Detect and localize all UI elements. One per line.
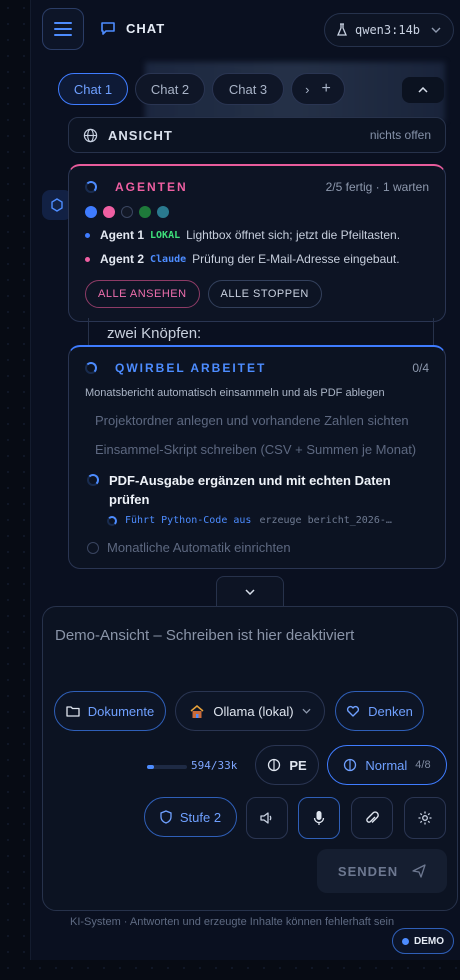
agents-title: AGENTEN xyxy=(115,180,188,194)
settings-button[interactable] xyxy=(404,797,446,839)
context-progress-bar xyxy=(147,765,187,769)
agent-row[interactable]: Agent 1 LOKAL Lightbox öffnet sich; jetz… xyxy=(85,228,429,242)
agent-tag: LOKAL xyxy=(150,229,181,241)
more-tabs-icon[interactable]: › xyxy=(305,82,309,97)
context-progress-fill xyxy=(147,765,154,769)
agents-card: AGENTEN 2/5 fertig · 1 warten Agent 1 LO… xyxy=(68,164,446,322)
agent-desc: Lightbox öffnet sich; jetzt die Pfeiltas… xyxy=(186,228,401,242)
agent-row[interactable]: Agent 2 Claude Prüfung der E-Mail-Adress… xyxy=(85,252,429,266)
heart-icon xyxy=(346,705,360,717)
agent-dot[interactable] xyxy=(121,206,133,218)
house-icon xyxy=(189,704,205,719)
loading-spinner-icon xyxy=(85,362,97,374)
add-tab-icon[interactable]: + xyxy=(322,80,331,98)
view-panel-status: nichts offen xyxy=(369,128,431,142)
tab-chat-1[interactable]: Chat 1 xyxy=(58,73,128,105)
microphone-icon xyxy=(313,810,325,826)
paperclip-icon xyxy=(365,810,379,826)
message-input[interactable]: Demo-Ansicht – Schreiben ist hier deakti… xyxy=(55,627,354,644)
agents-progress: 2/5 fertig · 1 warten xyxy=(325,180,429,194)
task-step-done: Projektordner anlegen und vorhandene Zah… xyxy=(95,413,409,428)
tab-chat-2[interactable]: Chat 2 xyxy=(135,73,205,105)
chevron-down-icon xyxy=(431,27,441,33)
view-panel-label: ANSICHT xyxy=(108,127,173,143)
model-name: qwen3:14b xyxy=(355,23,421,37)
subtask-label: Führt Python-Code aus xyxy=(125,515,252,526)
disclaimer-text: KI-System · Antworten und erzeugte Inhal… xyxy=(70,916,395,928)
microphone-button[interactable] xyxy=(298,797,340,839)
brain-icon xyxy=(267,758,281,772)
documents-button[interactable]: Dokumente xyxy=(54,691,166,731)
flask-icon xyxy=(337,23,347,37)
tab-chat-3[interactable]: Chat 3 xyxy=(212,73,284,105)
status-dot-icon xyxy=(402,937,409,945)
stop-all-agents-button[interactable]: ALLE STOPPEN xyxy=(207,280,322,308)
globe-icon xyxy=(83,128,98,143)
task-description: Monatsbericht automatisch einsammeln und… xyxy=(85,387,385,399)
collapse-button[interactable] xyxy=(402,77,444,103)
chevron-down-icon xyxy=(245,588,255,595)
pe-button[interactable]: PE xyxy=(255,745,319,785)
hamburger-menu-icon xyxy=(54,22,72,36)
pending-circle-icon xyxy=(87,541,99,554)
shield-icon xyxy=(160,810,172,824)
task-title: QWIRBEL ARBEITET xyxy=(115,361,267,375)
think-button[interactable]: Denken xyxy=(335,691,424,731)
loading-spinner-icon xyxy=(87,474,99,486)
subtask-detail: erzeuge bericht_2026-… xyxy=(259,515,392,526)
view-panel-bar[interactable]: ANSICHT nichts offen xyxy=(68,117,446,153)
view-all-agents-button[interactable]: ALLE ANSEHEN xyxy=(85,280,200,308)
send-icon xyxy=(412,864,426,878)
speaker-button[interactable] xyxy=(246,797,288,839)
task-progress: 0/4 xyxy=(412,361,429,375)
agent-status-dots xyxy=(85,206,429,218)
level-button[interactable]: Stufe 2 xyxy=(144,797,237,837)
chat-header: CHAT xyxy=(100,20,165,36)
agent-tag: Claude xyxy=(150,253,187,265)
agent-name: Agent 1 xyxy=(100,228,145,242)
message-text: zwei Knöpfen: xyxy=(88,318,434,348)
agent-dot[interactable] xyxy=(85,206,97,218)
attach-button[interactable] xyxy=(351,797,393,839)
task-step-active: PDF-Ausgabe ergänzen und mit echten Date… xyxy=(87,471,429,509)
task-subtask: Führt Python-Code aus erzeuge bericht_20… xyxy=(107,515,429,526)
model-selector[interactable]: qwen3:14b xyxy=(324,13,454,47)
model-dropdown[interactable]: Ollama (lokal) xyxy=(175,691,325,731)
token-count: 594/33k xyxy=(191,759,238,772)
loading-spinner-icon xyxy=(85,181,97,193)
loading-spinner-icon xyxy=(107,515,117,526)
agent-dot[interactable] xyxy=(157,206,169,218)
task-progress-card: QWIRBEL ARBEITET 0/4 Monatsbericht autom… xyxy=(68,345,446,569)
send-button[interactable]: SENDEN xyxy=(317,849,447,893)
chevron-up-icon xyxy=(418,87,428,93)
demo-badge: DEMO xyxy=(392,928,454,954)
agent-dot[interactable] xyxy=(103,206,115,218)
chat-bubble-icon xyxy=(100,20,116,36)
agent-dot[interactable] xyxy=(139,206,151,218)
message-composer: Demo-Ansicht – Schreiben ist hier deakti… xyxy=(42,606,458,911)
mode-button[interactable]: Normal 4/8 xyxy=(327,745,447,785)
gear-icon xyxy=(417,810,433,826)
task-step-pending: Monatliche Automatik einrichten xyxy=(87,540,429,555)
tab-more-add[interactable]: › + xyxy=(291,73,345,105)
chevron-down-icon xyxy=(302,708,311,714)
task-step-done: Einsammel-Skript schreiben (CSV + Summen… xyxy=(95,442,417,457)
page-title: CHAT xyxy=(126,20,166,36)
speaker-icon xyxy=(259,811,275,825)
folder-icon xyxy=(66,705,80,717)
agent-name: Agent 2 xyxy=(100,252,145,266)
menu-button[interactable] xyxy=(42,8,84,50)
agent-desc: Prüfung der E-Mail-Adresse eingebaut. xyxy=(192,252,400,266)
scroll-down-button[interactable] xyxy=(216,576,284,606)
brain-icon xyxy=(343,758,357,772)
